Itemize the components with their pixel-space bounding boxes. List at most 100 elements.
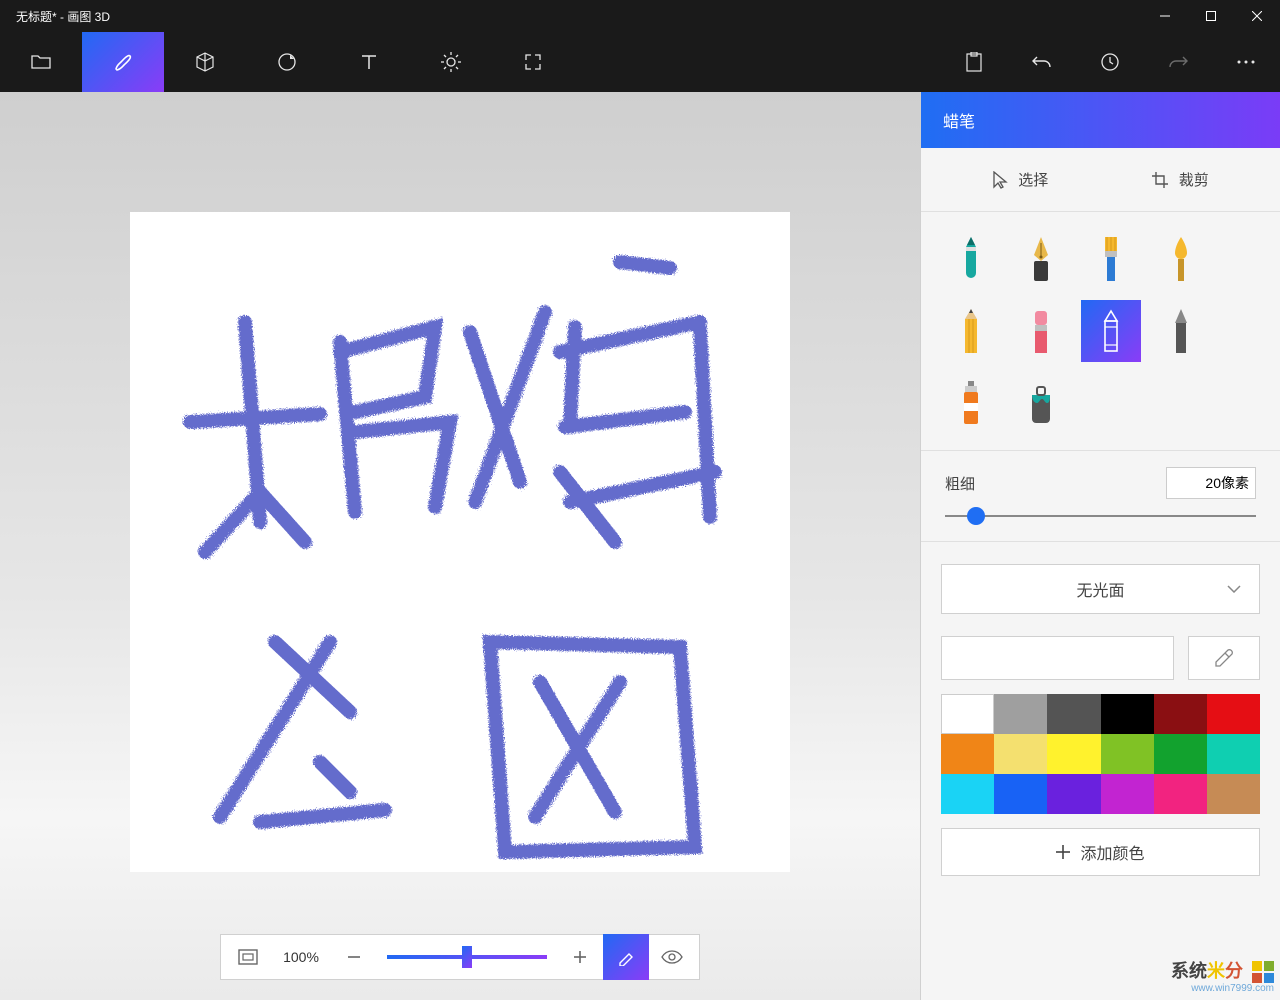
color-swatch[interactable] — [1047, 774, 1100, 814]
color-swatch[interactable] — [994, 774, 1047, 814]
color-swatch[interactable] — [1207, 734, 1260, 774]
brush-eraser[interactable] — [1011, 300, 1071, 362]
brush-grid — [921, 212, 1280, 450]
history-button[interactable] — [1076, 32, 1144, 92]
brush-oil-brush[interactable] — [1081, 228, 1141, 290]
menu-button[interactable] — [0, 32, 82, 92]
maximize-button[interactable] — [1188, 0, 1234, 32]
paste-button[interactable] — [940, 32, 1008, 92]
material-dropdown[interactable]: 无光面 — [941, 564, 1260, 614]
plus-icon — [573, 950, 587, 964]
brush-calligraphy-pen[interactable] — [1011, 228, 1071, 290]
color-swatch[interactable] — [941, 734, 994, 774]
text-tab[interactable] — [328, 32, 410, 92]
minus-icon — [347, 950, 361, 964]
edit-mode-button[interactable] — [603, 934, 649, 980]
clock-icon — [1100, 52, 1120, 72]
effects-tab[interactable] — [410, 32, 492, 92]
color-swatch[interactable] — [1154, 734, 1207, 774]
plus-icon — [1056, 845, 1070, 859]
zoom-percentage[interactable]: 100% — [271, 949, 331, 965]
brush-pencil[interactable] — [941, 300, 1001, 362]
color-swatch[interactable] — [1047, 734, 1100, 774]
brush-spray-can[interactable] — [941, 372, 1001, 434]
sun-icon — [440, 51, 462, 73]
add-color-label: 添加颜色 — [1080, 840, 1144, 864]
main-toolbar — [0, 32, 1280, 92]
select-tool[interactable]: 选择 — [992, 169, 1048, 190]
eyedropper-button[interactable] — [1188, 636, 1260, 680]
thickness-slider[interactable] — [945, 515, 1256, 517]
color-tools — [941, 636, 1260, 680]
brush-fill-bucket[interactable] — [1011, 372, 1071, 434]
brush-icon — [112, 51, 134, 73]
panel-title: 蜡笔 — [921, 92, 1280, 148]
title-bar: 无标题* - 画图 3D — [0, 0, 1280, 32]
canvas-area: 100% — [0, 92, 920, 1000]
brush-marker[interactable] — [941, 228, 1001, 290]
canvas-tab[interactable] — [492, 32, 574, 92]
color-swatch[interactable] — [994, 694, 1047, 734]
view-mode-button[interactable] — [649, 934, 695, 980]
brush-watercolor[interactable] — [1151, 228, 1211, 290]
eyedropper-icon — [1214, 648, 1234, 668]
color-swatches — [941, 694, 1260, 814]
brushes-tab[interactable] — [82, 32, 164, 92]
stickers-tab[interactable] — [246, 32, 328, 92]
folder-icon — [31, 53, 51, 71]
fit-icon — [238, 949, 258, 965]
thickness-slider-thumb[interactable] — [967, 507, 985, 525]
more-button[interactable] — [1212, 32, 1280, 92]
window-title: 无标题* - 画图 3D — [0, 8, 1142, 25]
redo-icon — [1168, 53, 1188, 71]
color-swatch[interactable] — [941, 694, 994, 734]
side-panel: 蜡笔 选择 裁剪 — [920, 92, 1280, 1000]
chevron-down-icon — [1227, 580, 1241, 598]
crop-icon — [1151, 171, 1169, 189]
material-label: 无光面 — [1076, 577, 1124, 601]
color-swatch[interactable] — [1154, 694, 1207, 734]
expand-icon — [524, 53, 542, 71]
undo-icon — [1032, 53, 1052, 71]
color-swatch[interactable] — [1207, 774, 1260, 814]
select-label: 选择 — [1018, 169, 1048, 190]
undo-button[interactable] — [1008, 32, 1076, 92]
thickness-label: 粗细 — [945, 473, 975, 494]
zoom-slider-thumb[interactable] — [462, 946, 472, 968]
3d-shapes-tab[interactable] — [164, 32, 246, 92]
color-swatch[interactable] — [1154, 774, 1207, 814]
clipboard-icon — [965, 52, 983, 72]
redo-button[interactable] — [1144, 32, 1212, 92]
drawing-canvas[interactable] — [130, 212, 790, 872]
text-icon — [360, 53, 378, 71]
brush-crayon[interactable] — [1081, 300, 1141, 362]
color-swatch[interactable] — [1101, 694, 1154, 734]
color-swatch[interactable] — [1207, 694, 1260, 734]
zoom-in-button[interactable] — [557, 934, 603, 980]
thickness-input[interactable] — [1166, 467, 1256, 499]
minimize-button[interactable] — [1142, 0, 1188, 32]
color-swatch[interactable] — [1101, 774, 1154, 814]
ellipsis-icon — [1237, 60, 1255, 64]
fit-screen-button[interactable] — [225, 934, 271, 980]
close-button[interactable] — [1234, 0, 1280, 32]
crop-label: 裁剪 — [1179, 169, 1209, 190]
color-swatch[interactable] — [1101, 734, 1154, 774]
color-swatch[interactable] — [941, 774, 994, 814]
current-color-display[interactable] — [941, 636, 1174, 680]
add-color-button[interactable]: 添加颜色 — [941, 828, 1260, 876]
zoom-slider[interactable] — [387, 955, 547, 959]
cube-icon — [195, 51, 215, 73]
color-swatch[interactable] — [1047, 694, 1100, 734]
color-swatch[interactable] — [994, 734, 1047, 774]
drawing-content — [130, 212, 790, 872]
zoom-bar: 100% — [220, 934, 700, 980]
sticker-icon — [277, 52, 297, 72]
thickness-row: 粗细 — [921, 451, 1280, 505]
zoom-out-button[interactable] — [331, 934, 377, 980]
eye-icon — [661, 950, 683, 964]
crop-tool[interactable]: 裁剪 — [1151, 169, 1209, 190]
select-crop-row: 选择 裁剪 — [921, 148, 1280, 212]
brush-pixel-pen[interactable] — [1151, 300, 1211, 362]
pencil-icon — [617, 948, 635, 966]
